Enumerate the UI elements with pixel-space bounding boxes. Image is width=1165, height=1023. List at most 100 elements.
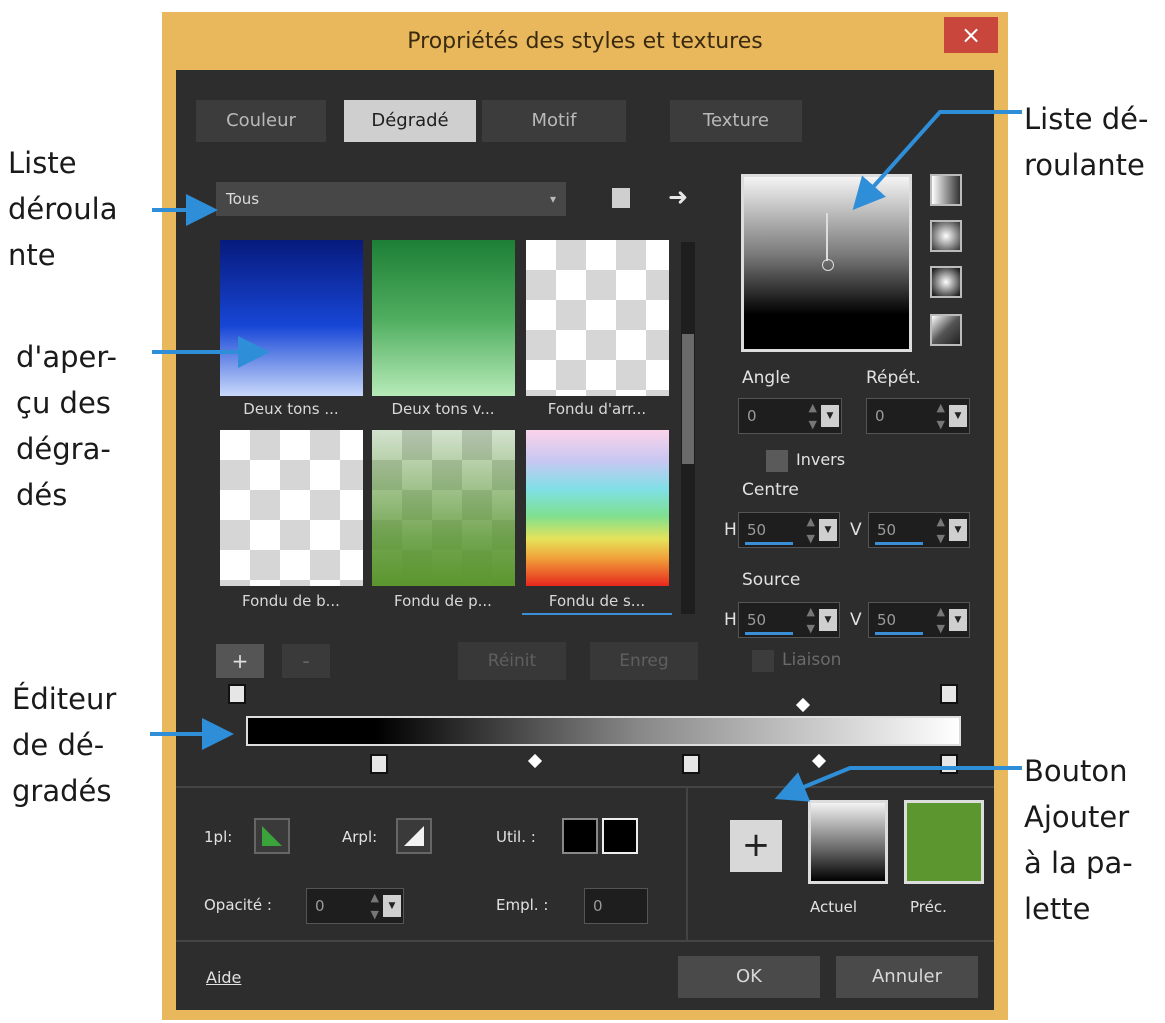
- gradient-preview[interactable]: [741, 174, 912, 352]
- source-v-spinner[interactable]: 50 ▲ ▼ ▼: [868, 602, 970, 638]
- source-h-value: 50: [747, 611, 767, 629]
- angle-spinner[interactable]: 0 ▲ ▼ ▼: [738, 398, 842, 434]
- anno-line: à la pa-: [1024, 846, 1133, 880]
- ok-button[interactable]: OK: [678, 956, 820, 998]
- spin-arrows-icon[interactable]: ▲ ▼: [371, 889, 379, 923]
- title-bar[interactable]: Propriétés des styles et textures ×: [162, 12, 1008, 72]
- ppl-swatch[interactable]: [254, 818, 290, 854]
- spin-arrows-icon[interactable]: ▲ ▼: [809, 399, 817, 433]
- color-midpoint-diamond[interactable]: [527, 753, 543, 769]
- empl-label: Empl. :: [496, 896, 549, 914]
- opacite-label: Opacité :: [204, 896, 272, 914]
- tab-degrade[interactable]: Dégradé: [344, 100, 476, 142]
- centre-v-value: 50: [877, 521, 897, 539]
- color-stop-marker[interactable]: [940, 754, 958, 774]
- gradient-thumb-6[interactable]: [526, 430, 669, 586]
- reinit-button[interactable]: Réinit: [458, 642, 566, 680]
- add-to-palette-button[interactable]: +: [730, 820, 782, 872]
- scrollbar-thumb[interactable]: [682, 334, 694, 464]
- centre-h-value: 50: [747, 521, 767, 539]
- anno-line: Liste: [8, 146, 77, 180]
- chevron-down-icon[interactable]: ▼: [949, 519, 967, 541]
- arpl-swatch[interactable]: [396, 818, 432, 854]
- add-stop-button[interactable]: +: [216, 644, 264, 678]
- chevron-down-icon[interactable]: ▼: [949, 609, 967, 631]
- filter-dropdown[interactable]: Tous ▾: [216, 182, 566, 216]
- save-button[interactable]: Enreg: [590, 642, 698, 680]
- tab-motif[interactable]: Motif: [482, 100, 626, 142]
- liaison-checkbox[interactable]: [752, 650, 774, 672]
- linear-style-button[interactable]: [930, 174, 962, 206]
- angle-handle-line: [826, 213, 828, 261]
- centre-v-spinner[interactable]: 50 ▲ ▼ ▼: [868, 512, 970, 548]
- repet-spinner[interactable]: 0 ▲ ▼ ▼: [866, 398, 970, 434]
- gradient-thumb-4[interactable]: [220, 430, 363, 586]
- help-link[interactable]: Aide: [206, 968, 241, 987]
- tab-texture[interactable]: Texture: [670, 100, 802, 142]
- separator: [176, 786, 994, 788]
- anno-line: nte: [8, 238, 56, 272]
- anno-line: Ajouter: [1024, 800, 1130, 834]
- anno-line: lette: [1024, 892, 1091, 926]
- spin-arrows-icon[interactable]: ▲ ▼: [937, 603, 945, 637]
- prec-swatch[interactable]: [904, 800, 984, 884]
- tab-couleur[interactable]: Couleur: [196, 100, 326, 142]
- gradient-thumb-1[interactable]: [220, 240, 363, 396]
- anno-line: d'aper-: [16, 340, 117, 374]
- opacity-stop-marker[interactable]: [940, 684, 958, 704]
- anno-line: roulante: [1024, 148, 1145, 182]
- spin-arrows-icon[interactable]: ▲ ▼: [937, 399, 945, 433]
- gradient-thumb-2[interactable]: [372, 240, 515, 396]
- opacity-midpoint-diamond[interactable]: [795, 697, 811, 713]
- dialog-window: Propriétés des styles et textures × Coul…: [162, 12, 1008, 1020]
- chevron-down-icon[interactable]: ▼: [383, 895, 401, 917]
- slider-underline: [875, 542, 923, 545]
- color-stop-marker[interactable]: [682, 754, 700, 774]
- source-v-value: 50: [877, 611, 897, 629]
- empl-input[interactable]: 0: [584, 888, 648, 924]
- chevron-down-icon[interactable]: ▼: [819, 609, 837, 631]
- gradient-thumb-3[interactable]: [526, 240, 669, 396]
- actuel-swatch[interactable]: [808, 800, 888, 884]
- centre-h-label: H: [724, 520, 737, 540]
- annotation-editeur: Éditeur de dé- gradés: [12, 676, 116, 814]
- chevron-down-icon[interactable]: ▼: [949, 405, 967, 427]
- invers-checkbox[interactable]: [766, 450, 788, 472]
- gradient-thumb-label: Fondu d'arr...: [547, 400, 647, 418]
- opacity-stop-marker[interactable]: [228, 684, 246, 704]
- color-stop-marker[interactable]: [370, 754, 388, 774]
- gradient-editor-bar[interactable]: [246, 716, 961, 746]
- opacite-spinner[interactable]: 0 ▲ ▼ ▼: [306, 888, 404, 924]
- empl-value: 0: [593, 897, 603, 915]
- chevron-down-icon[interactable]: ▼: [821, 405, 839, 427]
- radial-style-button[interactable]: [930, 266, 962, 298]
- actuel-label: Actuel: [810, 898, 858, 916]
- sunburst-style-button[interactable]: [930, 314, 962, 346]
- color-midpoint-diamond[interactable]: [811, 753, 827, 769]
- liaison-label: Liaison: [782, 650, 842, 670]
- gradient-thumb-5[interactable]: [372, 430, 515, 586]
- util-swatch-black[interactable]: [562, 818, 598, 854]
- spin-arrows-icon[interactable]: ▲ ▼: [937, 513, 945, 547]
- cancel-button[interactable]: Annuler: [836, 956, 978, 998]
- chevron-down-icon[interactable]: ▼: [819, 519, 837, 541]
- remove-stop-button[interactable]: -: [282, 644, 330, 678]
- source-h-spinner[interactable]: 50 ▲ ▼ ▼: [738, 602, 840, 638]
- thumbnail-scrollbar[interactable]: [681, 242, 695, 614]
- spin-arrows-icon[interactable]: ▲ ▼: [807, 603, 815, 637]
- anno-line: dés: [16, 478, 68, 512]
- arrow-right-icon[interactable]: ➜: [668, 182, 688, 212]
- gradient-thumb-label: Fondu de s...: [522, 592, 672, 615]
- resource-manager-icon[interactable]: [612, 188, 630, 208]
- centre-h-spinner[interactable]: 50 ▲ ▼ ▼: [738, 512, 840, 548]
- opacite-value: 0: [315, 897, 325, 915]
- rectangular-style-button[interactable]: [930, 220, 962, 252]
- close-button[interactable]: ×: [944, 17, 998, 53]
- source-h-label: H: [724, 610, 737, 630]
- center-handle-icon[interactable]: [822, 259, 834, 271]
- util-swatch-white-border[interactable]: [602, 818, 638, 854]
- spin-arrows-icon[interactable]: ▲ ▼: [807, 513, 815, 547]
- util-label: Util. :: [496, 828, 536, 846]
- anno-line: çu des: [16, 386, 111, 420]
- chevron-down-icon: ▾: [549, 192, 556, 206]
